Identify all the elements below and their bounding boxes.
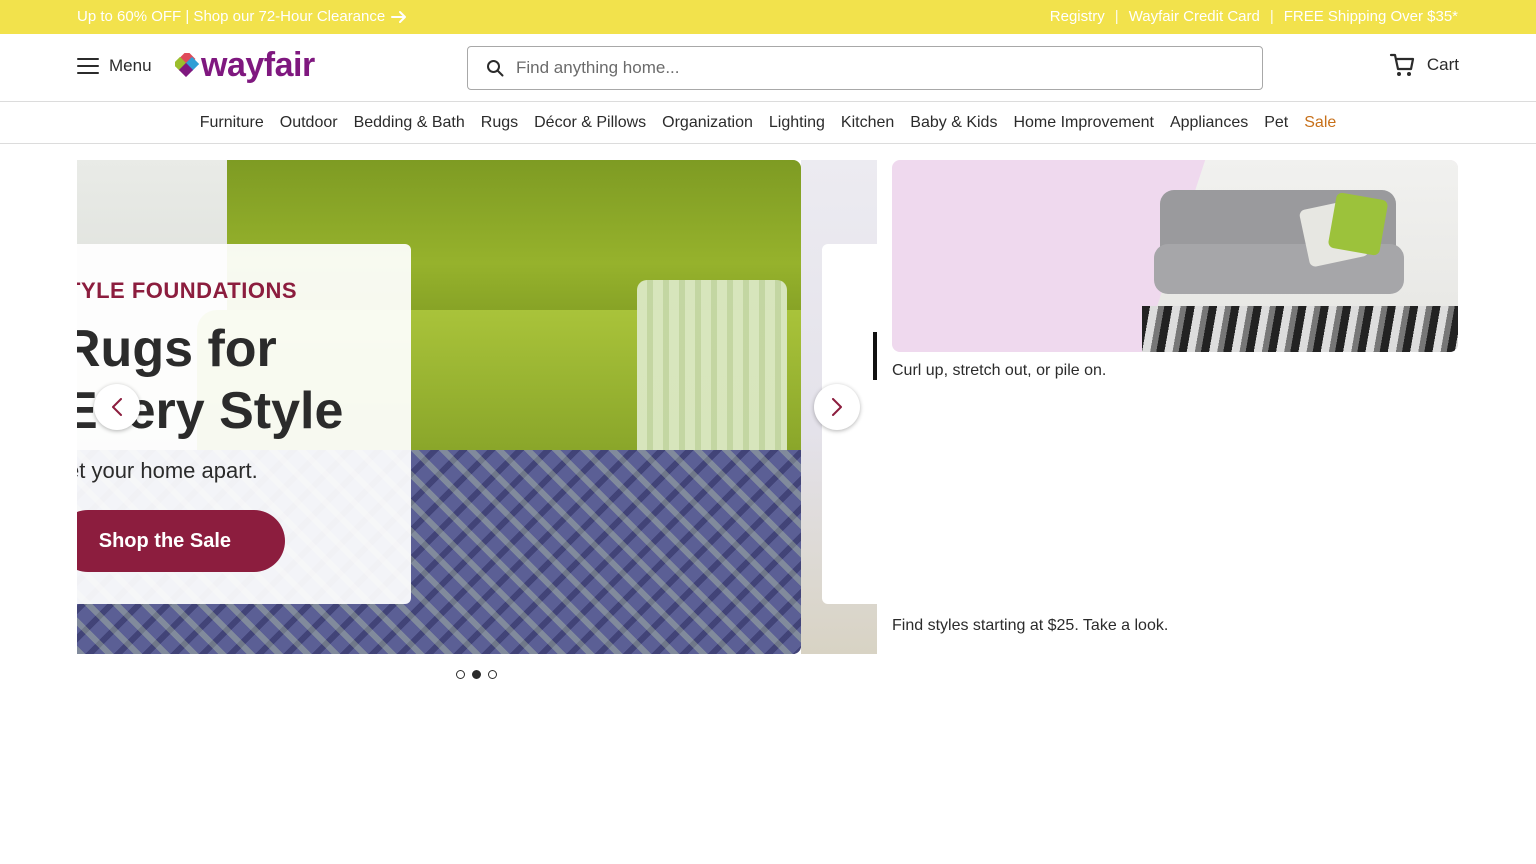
slide-eyebrow: TYLE FOUNDATIONS bbox=[77, 278, 298, 303]
category-outdoor[interactable]: Outdoor bbox=[280, 114, 338, 132]
arrow-right-icon bbox=[391, 10, 407, 23]
category-home-improvement[interactable]: Home Improvement bbox=[1013, 114, 1154, 132]
chevron-left-icon bbox=[112, 398, 122, 416]
search-bar bbox=[467, 46, 1263, 90]
styles-promo-caption: Find styles starting at $25. Take a look… bbox=[892, 617, 1169, 634]
sofa-promo-caption: Curl up, stretch out, or pile on. bbox=[892, 362, 1107, 379]
category-rugs[interactable]: Rugs bbox=[481, 114, 518, 132]
registry-link[interactable]: Registry bbox=[1050, 8, 1105, 25]
shop-the-sale-button[interactable]: Shop the Sale bbox=[77, 510, 285, 572]
promo-separator: | bbox=[1269, 8, 1274, 25]
clearance-promo-link[interactable]: Up to 60% OFF | Shop our 72-Hour Clearan… bbox=[77, 8, 407, 25]
menu-label: Menu bbox=[109, 56, 152, 75]
promo-bar: Up to 60% OFF | Shop our 72-Hour Clearan… bbox=[0, 0, 1536, 34]
search-input[interactable] bbox=[516, 58, 1236, 78]
search-icon bbox=[487, 60, 504, 77]
category-pet[interactable]: Pet bbox=[1264, 114, 1288, 132]
carousel-next-button[interactable] bbox=[814, 384, 860, 430]
next-slide-text-fragment bbox=[873, 332, 877, 380]
carousel-dot-3[interactable] bbox=[488, 670, 497, 679]
carousel-dot-2[interactable] bbox=[472, 670, 481, 679]
clearance-promo-text: Up to 60% OFF | Shop our 72-Hour Clearan… bbox=[77, 8, 386, 25]
credit-card-link[interactable]: Wayfair Credit Card bbox=[1129, 8, 1260, 25]
chevron-right-icon bbox=[832, 398, 842, 416]
hamburger-icon bbox=[77, 58, 99, 74]
category-baby-kids[interactable]: Baby & Kids bbox=[910, 114, 997, 132]
slide-subtitle: et your home apart. bbox=[77, 458, 258, 483]
menu-button[interactable]: Menu bbox=[77, 56, 152, 76]
carousel-dot-1[interactable] bbox=[456, 670, 465, 679]
site-header: Menu wayfair Cart bbox=[0, 34, 1536, 102]
cart-label: Cart bbox=[1426, 55, 1459, 74]
category-sale[interactable]: Sale bbox=[1304, 114, 1336, 132]
category-bedding-bath[interactable]: Bedding & Bath bbox=[354, 114, 465, 132]
category-furniture[interactable]: Furniture bbox=[200, 114, 264, 132]
category-appliances[interactable]: Appliances bbox=[1170, 114, 1248, 132]
carousel-pagination bbox=[456, 670, 497, 679]
promo-separator: | bbox=[1114, 8, 1119, 25]
promo-links: Registry | Wayfair Credit Card | FREE Sh… bbox=[1050, 8, 1458, 25]
logo-text: wayfair bbox=[201, 46, 315, 84]
category-lighting[interactable]: Lighting bbox=[769, 114, 825, 132]
category-kitchen[interactable]: Kitchen bbox=[841, 114, 894, 132]
hero-carousel: TYLE FOUNDATIONS Rugs for Every Style et… bbox=[77, 160, 877, 654]
free-shipping-link[interactable]: FREE Shipping Over $35* bbox=[1284, 8, 1458, 25]
cart-button[interactable]: Cart bbox=[1389, 52, 1459, 78]
sofa-rug-image bbox=[1142, 306, 1458, 352]
sofa-promo-banner[interactable] bbox=[892, 160, 1458, 352]
wayfair-logo[interactable]: wayfair bbox=[175, 48, 315, 82]
cart-icon bbox=[1389, 53, 1414, 76]
carousel-slide-rugs[interactable]: TYLE FOUNDATIONS Rugs for Every Style et… bbox=[77, 160, 801, 654]
category-nav: Furniture Outdoor Bedding & Bath Rugs Dé… bbox=[0, 103, 1536, 144]
carousel-prev-button[interactable] bbox=[94, 384, 140, 430]
category-decor-pillows[interactable]: Décor & Pillows bbox=[534, 114, 646, 132]
wayfair-mark-icon bbox=[175, 53, 199, 77]
category-organization[interactable]: Organization bbox=[662, 114, 753, 132]
green-pillow-image bbox=[1327, 191, 1389, 257]
